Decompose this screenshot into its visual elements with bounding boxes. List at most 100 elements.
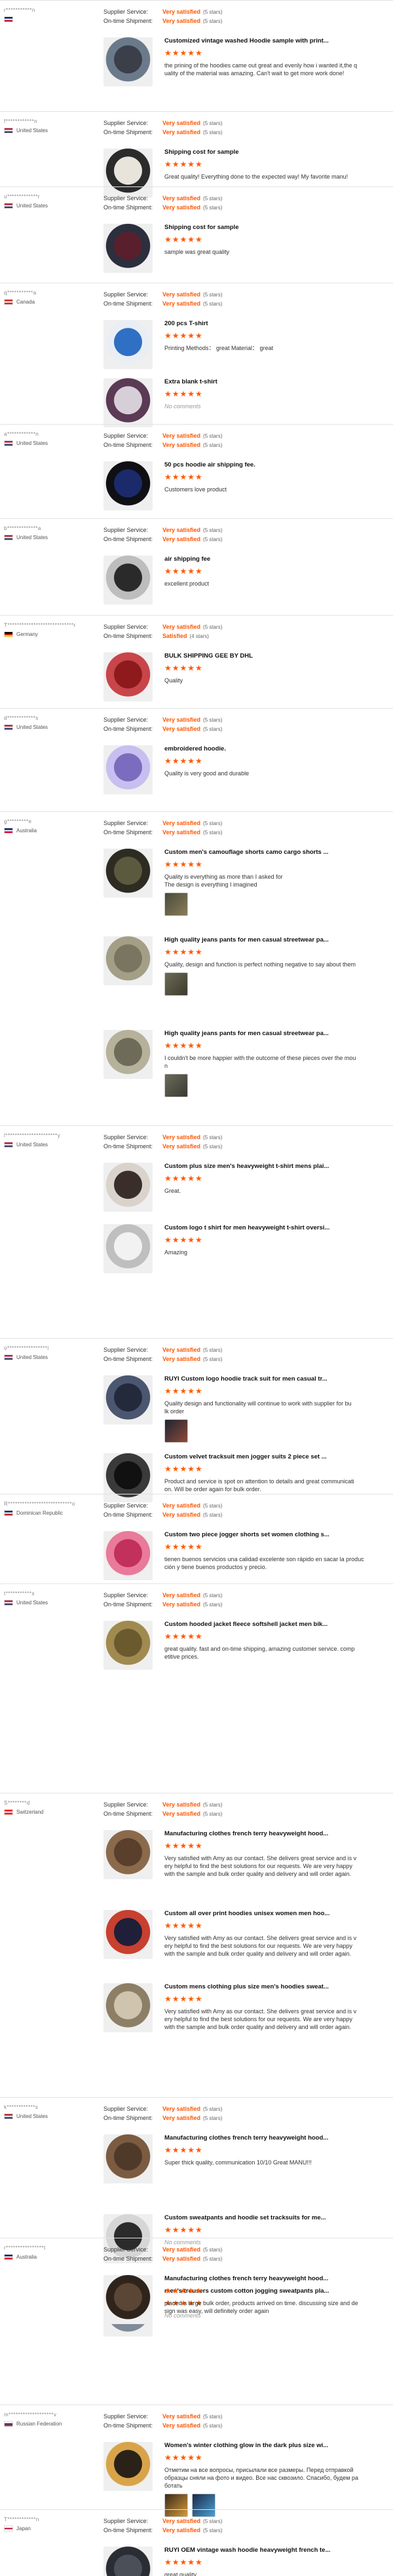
review-photo[interactable]: [164, 972, 188, 996]
review-comment: great quality: [164, 2571, 197, 2576]
review-photo[interactable]: [164, 892, 188, 916]
product-thumbnail[interactable]: [103, 936, 153, 985]
supplier-service-label: Supplier Service:: [103, 2413, 149, 2420]
product-thumbnail[interactable]: [103, 745, 153, 794]
reviewed-item: RUYI Custom logo hoodie track suit for m…: [103, 1375, 385, 1447]
buyer-info: t***********s United States: [4, 1591, 96, 1606]
product-title-link[interactable]: Custom hooded jacket fleece softshell ja…: [164, 1621, 385, 1628]
buyer-country-row: [4, 16, 96, 22]
on-time-shipment-value: Very satisfied: [162, 1810, 201, 1817]
product-thumbnail[interactable]: [103, 378, 153, 427]
reviewed-item: Custom mens clothing plus size men's hoo…: [103, 1983, 385, 2055]
product-thumbnail[interactable]: [103, 1621, 153, 1670]
country-flag-icon: [4, 631, 13, 637]
product-thumbnail[interactable]: [103, 2134, 153, 2183]
review-photo[interactable]: [164, 1419, 188, 1443]
on-time-shipment-count: (5 stars): [203, 2422, 223, 2429]
product-title-link[interactable]: Shipping cost for sample: [164, 224, 385, 231]
supplier-service-row: Supplier Service: Very satisfied (5 stars): [103, 1133, 379, 1142]
supplier-service-label: Supplier Service:: [103, 9, 149, 15]
buyer-country: Australia: [16, 2254, 37, 2260]
product-thumbnail[interactable]: [103, 37, 153, 86]
supplier-service-value: Very satisfied: [162, 624, 201, 630]
product-title-link[interactable]: Manufacturing clothes french terry heavy…: [164, 2275, 385, 2282]
buyer-name: T************n: [4, 2516, 39, 2522]
review-photo[interactable]: [164, 1074, 188, 1097]
product-thumbnail[interactable]: [103, 1910, 153, 1959]
on-time-shipment-count: (5 stars): [203, 536, 223, 542]
product-title-link[interactable]: 200 pcs T-shirt: [164, 320, 385, 327]
on-time-shipment-row: On-time Shipment: Very satisfied (5 stars): [103, 2526, 379, 2535]
supplier-service-count: (5 stars): [203, 1801, 223, 1808]
product-title-link[interactable]: Manufacturing clothes french terry heavy…: [164, 2134, 385, 2142]
buyer-country-row: United States: [4, 535, 96, 540]
product-thumbnail[interactable]: [103, 1531, 153, 1580]
product-title-link[interactable]: Custom all over print hoodies unisex wom…: [164, 1910, 385, 1917]
buyer-country-row: Russian Federation: [4, 2421, 96, 2427]
on-time-shipment-count: (5 stars): [203, 1511, 223, 1518]
product-title-link[interactable]: air shipping fee: [164, 556, 385, 563]
product-title-link[interactable]: Custom sweatpants and hoodie set tracksu…: [164, 2214, 385, 2221]
buyer-name: S********d: [4, 1800, 30, 1806]
product-title-link[interactable]: High quality jeans pants for men casual …: [164, 936, 385, 944]
product-thumbnail[interactable]: [103, 652, 153, 701]
buyer-name: T****************************r: [4, 622, 76, 628]
reviewed-item: Custom logo t shirt for men heavyweight …: [103, 1224, 385, 1296]
buyer-info: k************s United States: [4, 2104, 96, 2119]
product-thumbnail[interactable]: [103, 849, 153, 898]
product-thumbnail[interactable]: [103, 2442, 153, 2491]
on-time-shipment-count: (5 stars): [203, 129, 223, 135]
star-rating: ★★★★★: [164, 860, 203, 869]
product-thumbnail[interactable]: [103, 2275, 153, 2324]
product-title-link[interactable]: BULK SHIPPING GEE BY DHL: [164, 652, 385, 660]
product-title-link[interactable]: 50 pcs hoodie air shipping fee.: [164, 461, 385, 468]
review-comment: excellent product: [164, 580, 210, 587]
review-block: k************s United States Supplier Serv…: [0, 2097, 393, 2337]
buyer-country: United States: [16, 203, 48, 209]
review-block: g*********e Australia Supplier Service: Ver…: [0, 811, 393, 1125]
product-title-link[interactable]: embroidered hoodie.: [164, 745, 385, 752]
product-thumbnail[interactable]: [103, 1375, 153, 1424]
product-title-link[interactable]: Customized vintage washed Hoodie sample …: [164, 37, 385, 44]
on-time-shipment-label: On-time Shipment:: [103, 442, 153, 448]
product-thumbnail[interactable]: [103, 1224, 153, 1273]
product-thumbnail[interactable]: [103, 2547, 153, 2576]
product-title-link[interactable]: Extra blank t-shirt: [164, 378, 385, 385]
on-time-shipment-value: Very satisfied: [162, 2422, 201, 2429]
product-title-link[interactable]: Custom plus size men's heavyweight t-shi…: [164, 1163, 385, 1170]
product-thumbnail[interactable]: [103, 1163, 153, 1212]
product-title-link[interactable]: Custom men's camouflage shorts camo carg…: [164, 849, 385, 856]
product-thumbnail[interactable]: [103, 1983, 153, 2032]
ratings-summary: Supplier Service: Very satisfied (5 stars)…: [103, 1800, 379, 1818]
product-thumbnail[interactable]: [103, 556, 153, 605]
product-thumbnail[interactable]: [103, 461, 153, 510]
buyer-country: United States: [16, 535, 48, 540]
supplier-service-label: Supplier Service:: [103, 195, 149, 202]
review-photos: [164, 892, 385, 916]
product-title-link[interactable]: Custom mens clothing plus size men's hoo…: [164, 1983, 385, 1990]
on-time-shipment-row: On-time Shipment: Very satisfied (5 stars): [103, 128, 379, 137]
product-title-link[interactable]: High quality jeans pants for men casual …: [164, 1030, 385, 1037]
buyer-name: b*************a: [4, 525, 41, 531]
product-title-link[interactable]: RUYI OEM vintage wash hoodie heavyweight…: [164, 2547, 385, 2554]
buyer-info: d************s United States: [4, 715, 96, 730]
supplier-service-row: Supplier Service: Very satisfied (5 stars): [103, 525, 379, 535]
on-time-shipment-count: (5 stars): [203, 442, 223, 448]
product-title-link[interactable]: Custom logo t shirt for men heavyweight …: [164, 1224, 385, 1231]
product-title-link[interactable]: Shipping cost for sample: [164, 149, 385, 156]
supplier-service-label: Supplier Service:: [103, 1801, 149, 1808]
product-thumbnail[interactable]: [103, 224, 153, 273]
product-title-link[interactable]: RUYI Custom logo hoodie track suit for m…: [164, 1375, 385, 1383]
country-flag-icon: [4, 299, 13, 305]
product-thumbnail[interactable]: [103, 1830, 153, 1879]
product-thumbnail[interactable]: [103, 320, 153, 369]
star-rating: ★★★★★: [164, 1921, 203, 1930]
buyer-country-row: Switzerland: [4, 1809, 96, 1815]
product-title-link[interactable]: Manufacturing clothes french terry heavy…: [164, 1830, 385, 1837]
product-title-link[interactable]: Women's winter clothing glow in the dark…: [164, 2442, 385, 2449]
item-info: embroidered hoodie. ★★★★★ Quality is very …: [164, 745, 385, 777]
supplier-service-row: Supplier Service: Very satisfied (5 stars): [103, 194, 379, 203]
product-title-link[interactable]: Custom velvet tracksuit men jogger suits…: [164, 1453, 385, 1460]
product-thumbnail[interactable]: [103, 1030, 153, 1079]
product-title-link[interactable]: Custom two piece jogger shorts set women…: [164, 1531, 385, 1538]
